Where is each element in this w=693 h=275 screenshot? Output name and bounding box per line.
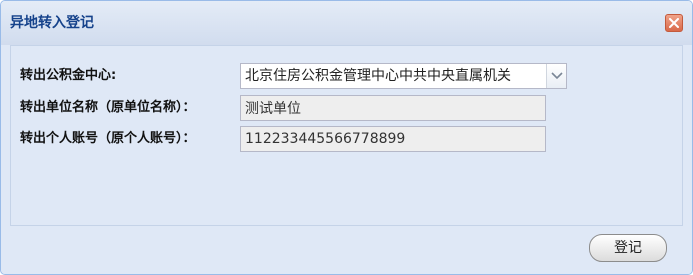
center-select-trigger[interactable]	[546, 64, 566, 88]
close-icon	[669, 18, 679, 28]
account-label: 转出个人账号（原个人账号）：	[20, 131, 196, 146]
center-label: 转出公积金中心:	[20, 68, 117, 83]
close-button[interactable]	[665, 14, 683, 32]
unit-row: 转出单位名称（原单位名称）：	[11, 95, 671, 121]
form-panel: 转出公积金中心: 北京住房公积金管理中心中共中央直属机关 转出单位名称（原单位名…	[10, 45, 683, 226]
center-select[interactable]: 北京住房公积金管理中心中共中央直属机关	[240, 63, 567, 89]
account-row: 转出个人账号（原个人账号）：	[11, 126, 671, 152]
dialog-title: 异地转入登记	[10, 15, 94, 31]
dialog-footer: 登记	[1, 226, 692, 274]
center-row: 转出公积金中心: 北京住房公积金管理中心中共中央直属机关	[11, 63, 671, 89]
account-number-field[interactable]	[240, 126, 546, 152]
transfer-registration-dialog: 异地转入登记 转出公积金中心: 北京住房公积金管理中心中共中央直属机关 转出单位…	[0, 0, 693, 275]
chevron-down-icon	[551, 72, 563, 80]
center-select-value: 北京住房公积金管理中心中共中央直属机关	[245, 68, 511, 84]
unit-label: 转出单位名称（原单位名称）：	[20, 100, 196, 115]
dialog-titlebar: 异地转入登记	[1, 1, 692, 45]
unit-name-field[interactable]	[240, 95, 546, 121]
register-button[interactable]: 登记	[589, 234, 667, 262]
